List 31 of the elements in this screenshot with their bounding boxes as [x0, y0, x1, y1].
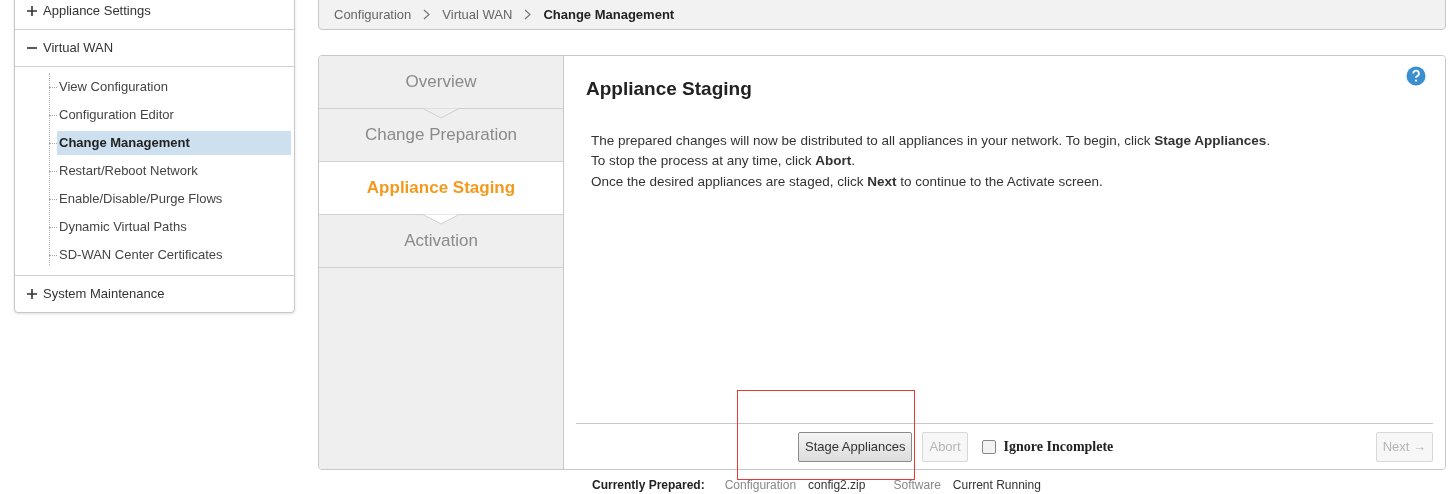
sidebar-section[interactable]: System Maintenance: [15, 276, 294, 312]
checkbox-label: Ignore Incomplete: [1003, 438, 1114, 456]
sidebar-item[interactable]: View Configuration: [57, 75, 291, 99]
page-title: Appliance Staging: [586, 77, 752, 101]
status-text: Software: [893, 477, 941, 494]
chevron-right-icon: [423, 9, 431, 20]
breadcrumb-link[interactable]: Configuration: [334, 4, 412, 25]
stage-button[interactable]: Stage Appliances: [798, 431, 913, 462]
status-text: Current Running: [952, 477, 1041, 494]
chevron-right-icon: [524, 9, 532, 20]
plus-icon: [27, 289, 37, 299]
sidebar-item[interactable]: SD-WAN Center Certificates: [57, 243, 291, 267]
step-pointer-icon: [423, 214, 459, 225]
sidebar-item[interactable]: Change Management: [57, 131, 291, 155]
sidebar-item[interactable]: Restart/Reboot Network: [57, 159, 291, 183]
step-pointer-icon: [423, 108, 459, 119]
breadcrumb-link[interactable]: Virtual WAN: [442, 4, 513, 25]
sidebar-item[interactable]: Enable/Disable/Purge Flows: [57, 187, 291, 211]
sidebar-section[interactable]: Virtual WAN: [15, 30, 294, 66]
plus-icon: [27, 6, 37, 16]
instruction-text: To stop the process at any time, click Abort.: [591, 152, 857, 170]
checkbox[interactable]: [981, 439, 996, 454]
status-text: Currently Prepared:: [592, 477, 705, 494]
status-text: Configuration: [724, 477, 797, 494]
status-text: config2.zip: [808, 477, 866, 494]
instruction-text: The prepared changes will now be distributed to all appliances in your network. To begin, click Stage Appliances.: [591, 131, 1272, 150]
instruction-text: Once the desired appliances are staged, click Next to continue to the Activate screen.: [591, 172, 1104, 191]
sidebar-item[interactable]: Configuration Editor: [57, 103, 291, 127]
sidebar-item[interactable]: Dynamic Virtual Paths: [57, 215, 291, 239]
sidebar-section[interactable]: Appliance Settings: [15, 0, 294, 29]
help-icon[interactable]: [1406, 66, 1426, 86]
